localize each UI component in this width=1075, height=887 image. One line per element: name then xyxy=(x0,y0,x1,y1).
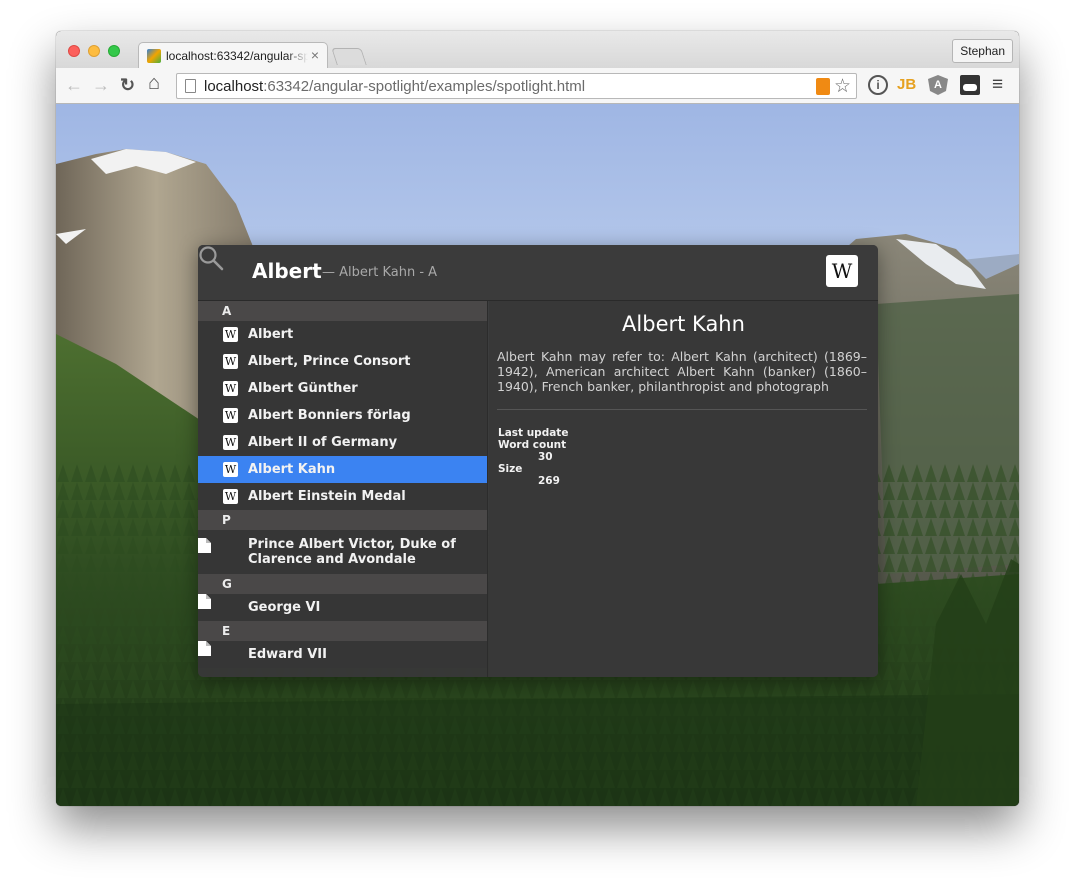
tab-close-icon[interactable]: × xyxy=(311,47,319,63)
star-icon[interactable]: ☆ xyxy=(834,75,851,98)
category-header-e: E xyxy=(198,621,487,641)
size-label: Size xyxy=(498,463,523,475)
result-item[interactable]: Edward VII xyxy=(198,641,487,668)
results-list: A W Albert W Albert, Prince Consort W Alber… xyxy=(198,301,488,677)
url-path: :63342/angular-spotlight/examples/spotli… xyxy=(263,78,586,95)
result-item-selected[interactable]: W Albert Kahn xyxy=(198,456,487,483)
result-item[interactable]: W Albert xyxy=(198,321,487,348)
search-autocomplete-hint: — Albert Kahn - A xyxy=(322,265,438,280)
result-label: Albert Einstein Medal xyxy=(248,489,406,504)
result-label: Edward VII xyxy=(248,647,327,662)
url-text[interactable]: localhost:63342/angular-spotlight/exampl… xyxy=(204,78,585,95)
profile-button[interactable]: Stephan xyxy=(952,39,1013,63)
result-item[interactable]: W Albert Bonniers förlag xyxy=(198,402,487,429)
document-icon xyxy=(198,538,211,553)
wikipedia-icon: W xyxy=(223,381,238,396)
tab-active[interactable]: localhost:63342/angular-spotlight × xyxy=(138,42,328,69)
tab-title: localhost:63342/angular-spotlight xyxy=(166,49,308,63)
wikipedia-icon: W xyxy=(223,435,238,450)
result-label: Prince Albert Victor, Duke of Clarence a… xyxy=(248,537,456,567)
spotlight-panel: Albert — Albert Kahn - A W A W Albert W Al… xyxy=(198,245,878,677)
word-count-value: 30 xyxy=(538,451,553,463)
tab-strip: localhost:63342/angular-spotlight × Step… xyxy=(56,31,1019,69)
browser-window: localhost:63342/angular-spotlight × Step… xyxy=(56,31,1019,806)
page-icon xyxy=(185,79,196,93)
detail-description: Albert Kahn may refer to: Albert Kahn (a… xyxy=(497,349,867,394)
wikipedia-icon: W xyxy=(223,354,238,369)
home-icon[interactable]: ⌂ xyxy=(148,73,160,93)
result-item[interactable]: George VI xyxy=(198,594,487,621)
wikipedia-icon: W xyxy=(223,327,238,342)
wikipedia-icon: W xyxy=(223,489,238,504)
minimize-window-button[interactable] xyxy=(88,45,100,57)
reload-icon[interactable]: ↻ xyxy=(120,76,135,94)
wikipedia-icon: W xyxy=(223,408,238,423)
spotlight-search-bar[interactable]: Albert — Albert Kahn - A W xyxy=(198,245,878,301)
result-item[interactable]: W Albert Günther xyxy=(198,375,487,402)
result-label: George VI xyxy=(248,600,321,615)
forward-arrow-icon[interactable]: → xyxy=(92,76,110,94)
info-extension-icon[interactable]: i xyxy=(868,75,888,95)
result-label: Albert Bonniers förlag xyxy=(248,408,411,423)
menu-icon[interactable]: ≡ xyxy=(992,74,1003,96)
page-viewport: Albert — Albert Kahn - A W A W Albert W Al… xyxy=(56,104,1019,806)
result-item[interactable]: W Albert Einstein Medal xyxy=(198,483,487,510)
document-icon xyxy=(198,641,211,656)
wikipedia-icon: W xyxy=(223,462,238,477)
category-header-g: G xyxy=(198,574,487,594)
new-tab-button[interactable] xyxy=(331,48,367,65)
angular-extension-icon[interactable]: A xyxy=(928,75,948,95)
detail-title: Albert Kahn xyxy=(622,312,745,336)
wikipedia-logo-icon: W xyxy=(826,255,858,287)
category-header-a: A xyxy=(198,301,487,321)
result-item[interactable]: W Albert II of Germany xyxy=(198,429,487,456)
size-value: 269 xyxy=(538,475,560,487)
result-label: Albert Kahn xyxy=(248,462,336,477)
result-label: Albert Günther xyxy=(248,381,358,396)
result-label: Albert xyxy=(248,327,294,342)
close-window-button[interactable] xyxy=(68,45,80,57)
back-arrow-icon[interactable]: ← xyxy=(65,76,83,94)
detail-pane: Albert Kahn Albert Kahn may refer to: Al… xyxy=(489,301,878,677)
result-label: Albert, Prince Consort xyxy=(248,354,411,369)
result-item[interactable]: W Albert, Prince Consort xyxy=(198,348,487,375)
last-update-label: Last update xyxy=(498,427,569,439)
category-header-p: P xyxy=(198,510,487,530)
search-input[interactable]: Albert xyxy=(252,259,322,283)
calculator-extension-icon[interactable] xyxy=(816,78,830,95)
word-count-label: Word count xyxy=(498,439,567,451)
toolbar: ← → ↻ ⌂ localhost:63342/angular-spotligh… xyxy=(56,68,1019,104)
jetbrains-extension-icon[interactable]: JB xyxy=(897,75,917,95)
address-bar[interactable]: localhost:63342/angular-spotlight/exampl… xyxy=(176,73,857,99)
glasses-extension-icon[interactable] xyxy=(960,75,980,95)
zoom-window-button[interactable] xyxy=(108,45,120,57)
search-icon xyxy=(199,246,224,271)
favicon-icon xyxy=(147,49,161,63)
url-host: localhost xyxy=(204,78,264,95)
result-item[interactable]: Prince Albert Victor, Duke of Clarence a… xyxy=(198,530,487,574)
detail-divider xyxy=(497,409,867,410)
document-icon xyxy=(198,594,211,609)
result-label: Albert II of Germany xyxy=(248,435,398,450)
